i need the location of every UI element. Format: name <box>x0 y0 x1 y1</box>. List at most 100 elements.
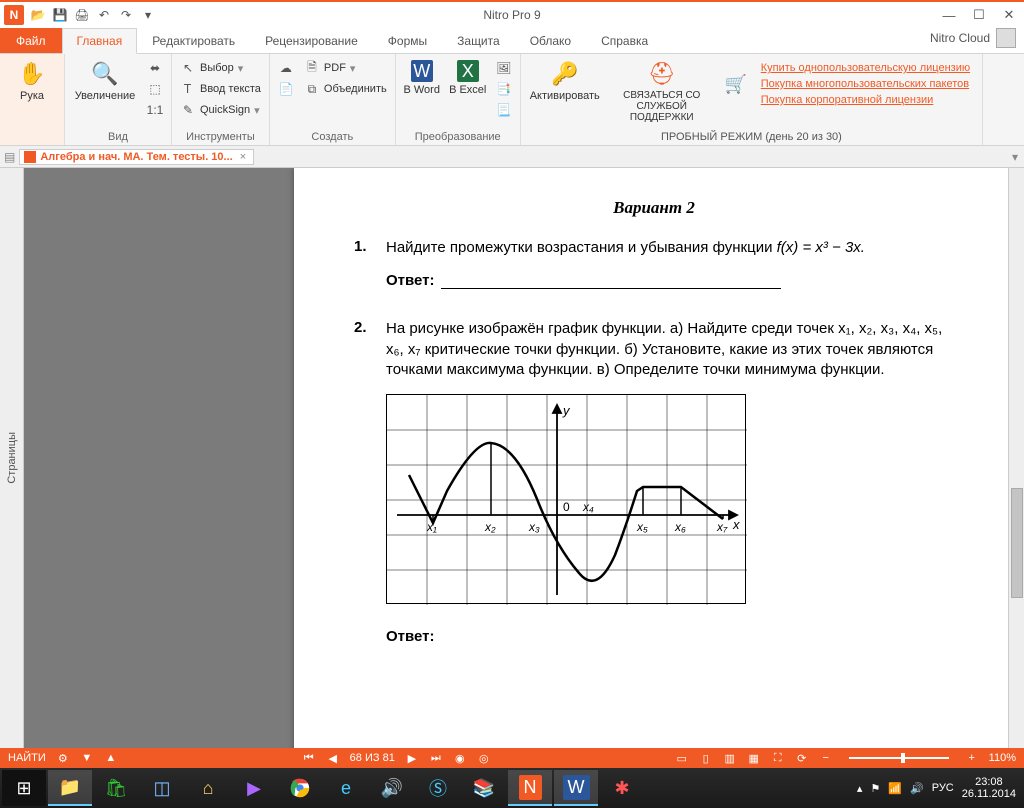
zoom-button[interactable]: 🔍 Увеличение <box>69 56 141 106</box>
zoom-slider[interactable] <box>849 757 949 759</box>
tab-cloud[interactable]: Облако <box>515 28 586 53</box>
winrar-taskbar-icon[interactable]: 📚 <box>462 770 506 806</box>
cloud-icon: ☁ <box>278 60 294 76</box>
tab-home[interactable]: Главная <box>62 28 138 54</box>
app1-taskbar-icon[interactable]: ◫ <box>140 770 184 806</box>
find-label[interactable]: НАЙТИ <box>8 752 46 764</box>
undo-icon[interactable]: ↶ <box>96 7 112 23</box>
first-page-icon[interactable]: ⏮ <box>302 751 316 765</box>
trial-label: ПРОБНЫЙ РЕЖИМ (день 20 из 30) <box>525 129 978 145</box>
tab-overflow-icon[interactable]: ▾ <box>1012 150 1018 164</box>
fit-page-icon: ⬚ <box>147 81 163 97</box>
app3-taskbar-icon[interactable]: ✱ <box>600 770 644 806</box>
tray-lang[interactable]: РУС <box>932 782 954 794</box>
store-taskbar-icon[interactable]: 🛍 <box>94 770 138 806</box>
tray-flag-icon[interactable]: ⚑ <box>870 782 880 795</box>
prev-page-icon[interactable]: ◀ <box>326 751 340 765</box>
qat-dropdown-icon[interactable]: ▾ <box>140 7 156 23</box>
media-taskbar-icon[interactable]: ▶ <box>232 770 276 806</box>
rotate-icon[interactable]: ⟳ <box>795 751 809 765</box>
tab-review[interactable]: Рецензирование <box>250 28 373 53</box>
key-icon: 🔑 <box>551 60 579 88</box>
tray-up-icon[interactable]: ▴ <box>857 782 863 795</box>
nav-up-icon[interactable]: ▲ <box>104 751 118 765</box>
tab-edit[interactable]: Редактировать <box>137 28 250 53</box>
zoom-thumb[interactable] <box>901 753 905 763</box>
tab-close-button[interactable]: × <box>237 151 249 163</box>
document-area[interactable]: Вариант 2 1. Найдите промежутки возраста… <box>24 168 1024 748</box>
skype-taskbar-icon[interactable]: Ⓢ <box>416 770 460 806</box>
actual-size-icon: 1:1 <box>147 102 163 118</box>
nitro-taskbar-icon[interactable]: N <box>508 770 552 806</box>
q2-answer: Ответ: <box>386 628 954 645</box>
activate-button[interactable]: 🔑 Активировать <box>525 56 605 106</box>
to-image-button[interactable]: 🖼 <box>492 58 516 78</box>
maximize-button[interactable]: ☐ <box>964 2 994 28</box>
support-button[interactable]: ⛑ СВЯЗАТЬСЯ СО СЛУЖБОЙ ПОДДЕРЖКИ <box>607 56 717 127</box>
sound-taskbar-icon[interactable]: 🔊 <box>370 770 414 806</box>
actual-size-button[interactable]: 1:1 <box>143 100 167 120</box>
ie-taskbar-icon[interactable]: e <box>324 770 368 806</box>
pdf-button[interactable]: 🗎PDF▾ <box>300 58 391 78</box>
file-tab[interactable]: Файл <box>0 28 62 53</box>
zoom-in-icon[interactable]: + <box>965 751 979 765</box>
quicksign-button[interactable]: ✎QuickSign▾ <box>176 100 265 120</box>
to-other-button[interactable]: 📑 <box>492 79 516 99</box>
settings-icon[interactable]: ⚙ <box>56 751 70 765</box>
tab-list-icon[interactable]: ▤ <box>4 150 15 164</box>
back-icon[interactable]: ◉ <box>453 751 467 765</box>
word-taskbar-icon[interactable]: W <box>554 770 598 806</box>
tab-forms[interactable]: Формы <box>373 28 442 53</box>
nitro-cloud-link[interactable]: Nitro Cloud <box>930 28 1016 48</box>
forward-icon[interactable]: ◎ <box>477 751 491 765</box>
view-single-icon[interactable]: ▭ <box>675 751 689 765</box>
to-excel-button[interactable]: X В Excel <box>446 56 490 100</box>
app2-taskbar-icon[interactable]: ⌂ <box>186 770 230 806</box>
nav-down-icon[interactable]: ▼ <box>80 751 94 765</box>
view-fullscreen-icon[interactable]: ⛶ <box>771 751 785 765</box>
to-rtf-button[interactable]: 📃 <box>492 100 516 120</box>
hand-tool-button[interactable]: ✋ Рука <box>4 56 60 106</box>
tray-clock[interactable]: 23:08 26.11.2014 <box>962 776 1016 800</box>
to-word-button[interactable]: W В Word <box>400 56 444 100</box>
open-icon[interactable]: 📂 <box>30 7 46 23</box>
fit-width-button[interactable]: ⬌ <box>143 58 167 78</box>
view-continuous-icon[interactable]: ▯ <box>699 751 713 765</box>
select-button[interactable]: ↖Выбор▾ <box>176 58 265 78</box>
type-text-button[interactable]: ᎢВвод текста <box>176 79 265 99</box>
chrome-taskbar-icon[interactable] <box>278 770 322 806</box>
tab-help[interactable]: Справка <box>586 28 663 53</box>
tray-volume-icon[interactable]: 🔊 <box>910 782 924 795</box>
combine-icon: ⧉ <box>304 81 320 97</box>
next-page-icon[interactable]: ▶ <box>405 751 419 765</box>
from-cloud-button[interactable]: ☁ <box>274 58 298 78</box>
redo-icon[interactable]: ↷ <box>118 7 134 23</box>
minimize-button[interactable]: — <box>934 2 964 28</box>
tab-protect[interactable]: Защита <box>442 28 515 53</box>
zoom-icon: 🔍 <box>91 60 119 88</box>
buy-single-link[interactable]: Купить однопользовательскую лицензию <box>761 62 970 74</box>
pages-panel-tab[interactable]: Страницы <box>0 168 24 748</box>
buy-corp-link[interactable]: Покупка корпоративной лицензии <box>761 94 970 106</box>
zoom-level[interactable]: 110% <box>989 752 1016 764</box>
start-button[interactable]: ⊞ <box>2 770 46 806</box>
fit-width-icon: ⬌ <box>147 60 163 76</box>
buy-multi-link[interactable]: Покупка многопользовательских пакетов <box>761 78 970 90</box>
view-facing-cont-icon[interactable]: ▦ <box>747 751 761 765</box>
save-icon[interactable]: 💾 <box>52 7 68 23</box>
scrollbar-thumb[interactable] <box>1011 488 1023 598</box>
q1-text: Найдите промежутки возрастания и убывани… <box>386 238 954 258</box>
cart-button[interactable]: 🛒 <box>719 56 753 112</box>
vertical-scrollbar[interactable] <box>1008 168 1024 748</box>
print-icon[interactable]: 🖨 <box>74 7 90 23</box>
close-button[interactable]: ✕ <box>994 2 1024 28</box>
explorer-taskbar-icon[interactable]: 📁 <box>48 770 92 806</box>
last-page-icon[interactable]: ⏭ <box>429 751 443 765</box>
document-tab[interactable]: Алгебра и нач. МА. Тем. тесты. 10... × <box>19 149 254 165</box>
combine-button[interactable]: ⧉Объединить <box>300 79 391 99</box>
from-file-button[interactable]: 📄 <box>274 79 298 99</box>
view-facing-icon[interactable]: ▥ <box>723 751 737 765</box>
tray-network-icon[interactable]: 📶 <box>888 782 902 795</box>
fit-page-button[interactable]: ⬚ <box>143 79 167 99</box>
zoom-out-icon[interactable]: − <box>819 751 833 765</box>
